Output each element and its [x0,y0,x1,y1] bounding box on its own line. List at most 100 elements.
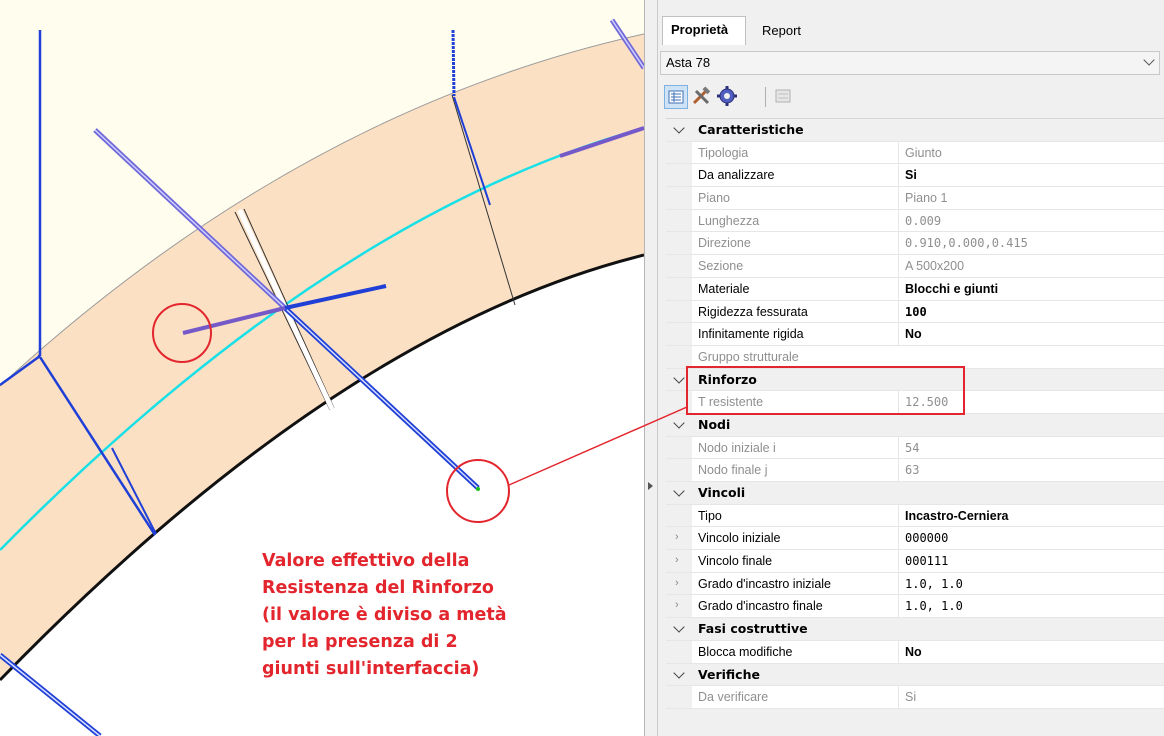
annotation-note: Valore effettivo della Resistenza del Ri… [262,548,562,683]
property-row[interactable]: Materiale Blocchi e giunti [666,277,1164,301]
property-name: Rigidezza fessurata [698,304,808,319]
category-title: Verifiche [698,666,760,682]
property-value: 54 [898,436,1158,459]
property-name: Tipo [698,508,722,523]
property-row[interactable]: Nodo finale j 63 [666,459,1164,482]
annotation-line: giunti sull'interfaccia) [262,659,480,679]
sheet-icon [775,89,791,103]
row-gutter [666,255,692,277]
property-value[interactable]: No [898,640,1158,663]
annotation-line: Valore effettivo della [262,551,470,571]
category-caratteristiche[interactable]: Caratteristiche [666,119,1164,142]
property-name: Vincolo iniziale [698,531,781,546]
row-gutter [666,209,692,232]
property-row[interactable]: Da analizzare Si [666,164,1164,188]
property-row[interactable]: Tipologia Giunto [666,141,1164,165]
annotation-line: per la presenza di 2 [262,632,458,652]
property-value[interactable]: 1.0, 1.0 [898,595,1158,618]
property-name: Da verificare [698,690,769,705]
row-gutter [666,164,692,187]
property-row[interactable]: Da verificare Si [666,686,1164,709]
property-name: Piano [698,191,730,206]
tab-proprieta[interactable]: Proprietà [662,16,746,45]
chevron-right-icon[interactable]: › [675,531,679,543]
chevron-down-icon[interactable] [673,666,685,679]
category-nodi[interactable]: Nodi [666,413,1164,437]
tab-report[interactable]: Report [754,18,818,43]
chevron-right-icon[interactable]: › [675,599,679,611]
property-name: Nodo finale j [698,463,768,478]
property-value[interactable]: 100 [898,300,1158,323]
node-marker [476,487,480,491]
property-grid-button[interactable] [664,85,688,109]
property-value[interactable]: 1.0, 1.0 [898,572,1158,595]
collapse-arrow-icon[interactable] [648,482,653,490]
property-value: 0.009 [898,209,1158,232]
row-gutter [666,504,692,527]
property-value[interactable]: Incastro-Cerniera [898,504,1158,527]
category-vincoli[interactable]: Vincoli [666,482,1164,505]
row-gutter [666,459,692,481]
property-value: 0.910,0.000,0.415 [898,232,1158,255]
chevron-right-icon[interactable]: › [675,577,679,589]
property-name: Grado d'incastro finale [698,599,823,614]
property-value[interactable]: 000000 [898,527,1158,550]
row-gutter [666,277,692,300]
property-value[interactable]: Blocchi e giunti [898,277,1158,300]
object-selector[interactable]: Asta 78 [660,51,1160,75]
row-gutter [666,345,692,368]
toolbar-separator [765,87,766,107]
property-row[interactable]: Rigidezza fessurata 100 [666,300,1164,324]
row-gutter [666,436,692,459]
chevron-down-icon[interactable] [673,122,685,134]
property-value[interactable]: Si [898,164,1158,187]
property-row[interactable]: Lunghezza 0.009 [666,209,1164,233]
category-fasi-costruttive[interactable]: Fasi costruttive [666,618,1164,641]
property-row[interactable]: Sezione A 500x200 [666,255,1164,278]
property-value[interactable]: No [898,323,1158,346]
property-row[interactable]: › Grado d'incastro iniziale 1.0, 1.0 [666,572,1164,596]
property-name: Gruppo strutturale [698,349,799,364]
chevron-down-icon [1143,54,1155,66]
category-title: Vincoli [698,485,746,500]
annotation-line: (il valore è diviso a metà [262,605,507,625]
settings-button[interactable] [716,85,740,109]
row-gutter [666,595,692,618]
property-row[interactable]: Nodo iniziale i 54 [666,436,1164,460]
row-gutter [666,300,692,323]
chevron-down-icon[interactable] [673,417,685,429]
sheet-button[interactable] [772,85,796,109]
panel-splitter[interactable] [644,0,658,736]
property-value[interactable]: 000111 [898,550,1158,573]
row-gutter [666,141,692,164]
property-value: Piano 1 [898,187,1158,210]
property-row[interactable]: Piano Piano 1 [666,187,1164,210]
row-gutter [666,572,692,595]
row-gutter [666,527,692,550]
row-gutter [666,187,692,209]
category-verifiche[interactable]: Verifiche [666,663,1164,687]
property-value: Si [898,686,1158,709]
property-name: Vincolo finale [698,554,773,569]
chevron-right-icon[interactable]: › [675,554,679,566]
property-row[interactable]: Direzione 0.910,0.000,0.415 [666,232,1164,256]
model-viewport[interactable]: Valore effettivo della Resistenza del Ri… [0,0,644,736]
category-title: Caratteristiche [698,122,804,137]
chevron-down-icon[interactable] [673,371,685,384]
category-title: Nodi [698,416,731,432]
panel-toolbar [664,82,864,112]
chevron-down-icon[interactable] [673,485,685,497]
property-row[interactable]: › Vincolo finale 000111 [666,550,1164,573]
tools-button[interactable] [690,85,714,109]
property-name: Infinitamente rigida [698,327,804,342]
property-grid-icon [668,90,684,104]
property-row[interactable]: Blocca modifiche No [666,640,1164,664]
property-name: Direzione [698,236,751,251]
member-vertical [451,29,456,97]
property-row[interactable]: › Vincolo iniziale 000000 [666,527,1164,551]
row-gutter [666,232,692,255]
chevron-down-icon[interactable] [673,621,685,633]
property-row[interactable]: › Grado d'incastro finale 1.0, 1.0 [666,595,1164,619]
property-row[interactable]: Infinitamente rigida No [666,323,1164,346]
property-row[interactable]: Tipo Incastro-Cerniera [666,504,1164,528]
